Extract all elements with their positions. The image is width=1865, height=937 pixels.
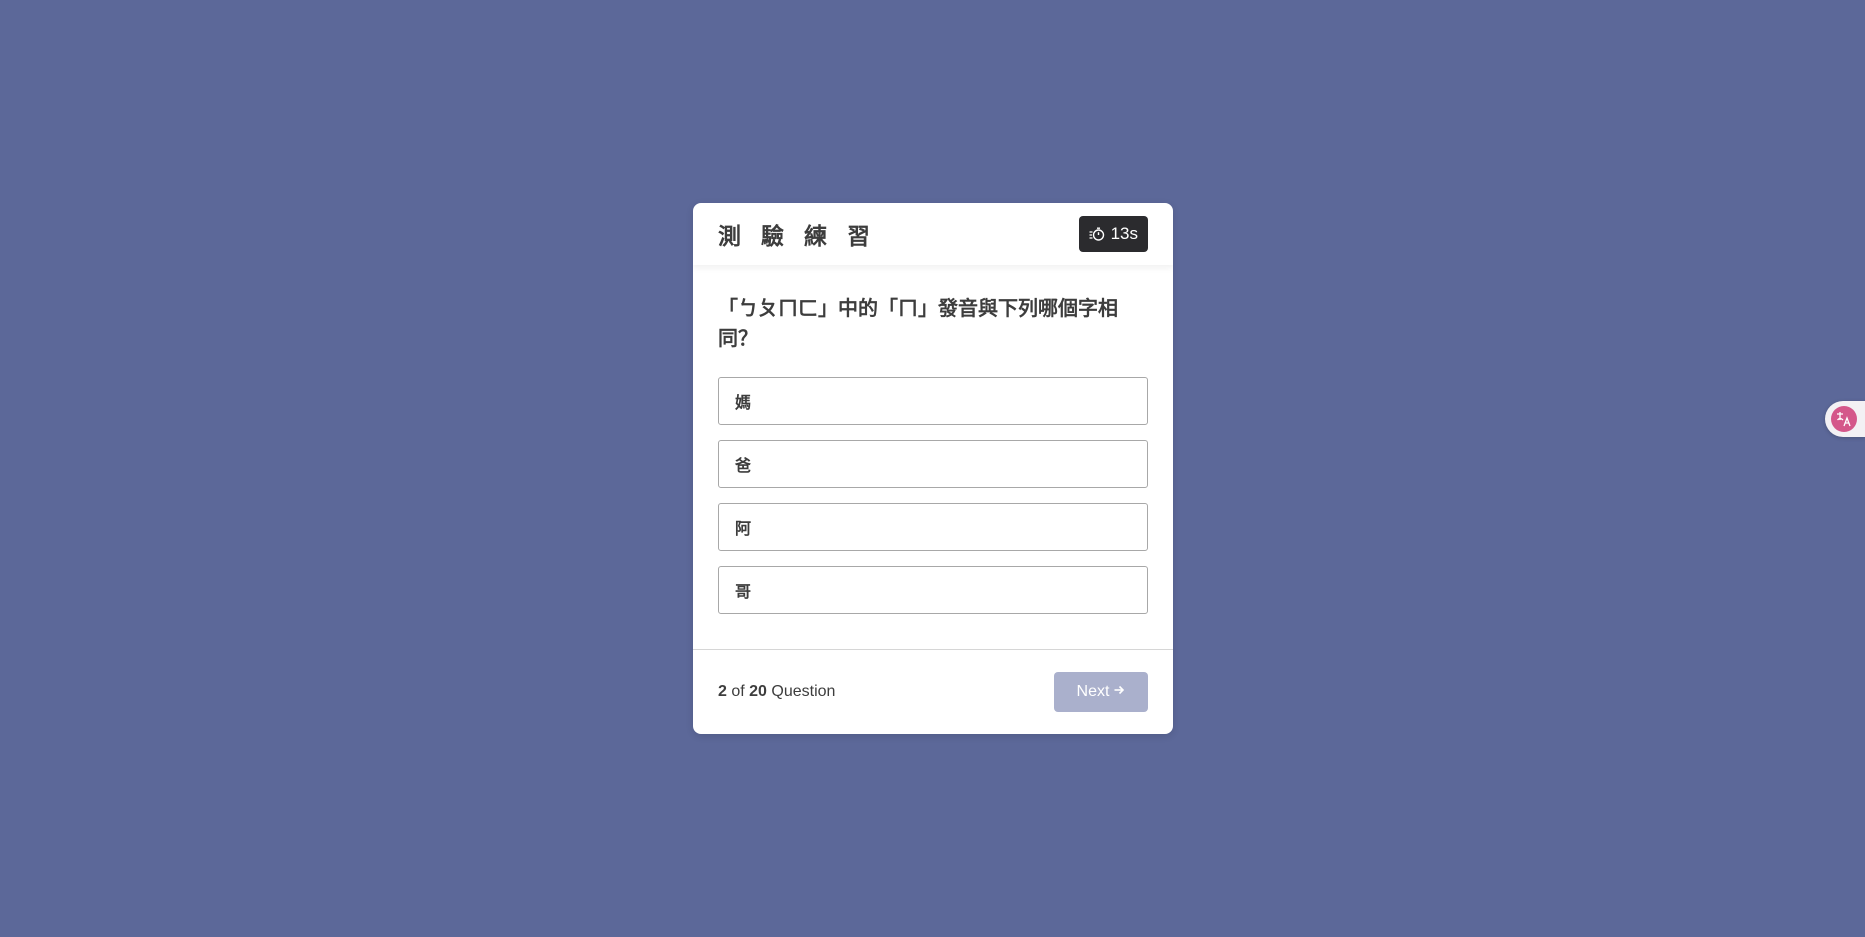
arrow-right-icon — [1113, 683, 1125, 701]
option-2[interactable]: 爸 — [718, 440, 1148, 488]
option-4[interactable]: 哥 — [718, 566, 1148, 614]
page-background: 測 驗 練 習 13s 「ㄅㄆㄇㄈ」中的「ㄇ」發音與下列哪個字相同？ 媽 爸 阿… — [0, 0, 1865, 937]
progress-of-label: of — [731, 683, 745, 700]
timer-value: 13s — [1110, 224, 1138, 243]
card-body: 「ㄅㄆㄇㄈ」中的「ㄇ」發音與下列哪個字相同？ 媽 爸 阿 哥 — [693, 265, 1173, 614]
translate-widget[interactable] — [1825, 401, 1865, 437]
question-text: 「ㄅㄆㄇㄈ」中的「ㄇ」發音與下列哪個字相同？ — [718, 296, 1118, 350]
quiz-card: 測 驗 練 習 13s 「ㄅㄆㄇㄈ」中的「ㄇ」發音與下列哪個字相同？ 媽 爸 阿… — [693, 203, 1173, 734]
progress-suffix-label: Question — [771, 683, 836, 700]
quiz-title: 測 驗 練 習 — [718, 224, 877, 250]
question-progress: 2 of 20 Question — [718, 683, 835, 701]
stopwatch-icon — [1089, 226, 1105, 242]
option-3[interactable]: 阿 — [718, 503, 1148, 551]
next-button-label: Next — [1076, 683, 1110, 700]
total-questions-number: 20 — [749, 683, 767, 700]
timer-badge: 13s — [1078, 216, 1148, 252]
current-question-number: 2 — [718, 683, 727, 700]
card-header: 測 驗 練 習 13s — [693, 203, 1173, 265]
options-list: 媽 爸 阿 哥 — [718, 377, 1148, 614]
option-1[interactable]: 媽 — [718, 377, 1148, 425]
translate-icon[interactable] — [1831, 406, 1857, 432]
next-button[interactable]: Next — [1054, 672, 1148, 712]
card-footer: 2 of 20 Question Next — [693, 649, 1173, 734]
